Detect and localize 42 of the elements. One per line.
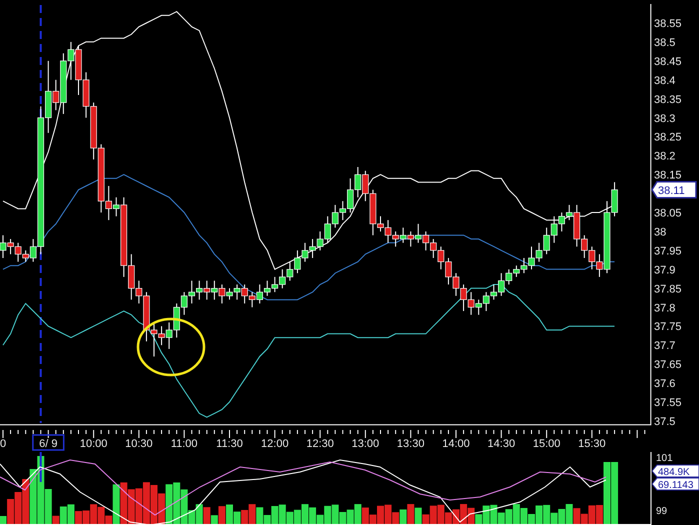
time-axis-label: 15:00 <box>532 438 560 450</box>
price-axis-label: 37.95 <box>654 245 682 258</box>
price-axis-label: 38.35 <box>654 94 682 106</box>
price-axis-label: 37.6 <box>654 378 676 390</box>
price-axis-label: 38.55 <box>654 18 682 30</box>
time-axis-label: 12:30 <box>306 438 334 450</box>
time-axis-label: 15:30 <box>578 438 606 450</box>
time-axis-label: 10:30 <box>125 438 153 450</box>
time-axis-label: 13:00 <box>352 438 380 450</box>
price-axis-label: 38.25 <box>654 132 682 144</box>
price-axis-label: 38.45 <box>654 56 682 68</box>
volume-axis-label: 99 <box>656 506 668 517</box>
time-axis-label: 13:30 <box>396 438 424 450</box>
price-axis-label: 37.55 <box>654 397 682 409</box>
price-axis-label: 38.3 <box>654 112 676 125</box>
price-axis-label: 37.65 <box>654 359 682 372</box>
price-axis-label: 37.8 <box>654 302 676 314</box>
time-axis-label: 14:00 <box>442 438 470 450</box>
price-axis-label: 38.5 <box>654 36 676 49</box>
price-axis-label: 37.5 <box>654 416 676 428</box>
session-divider-line <box>40 452 42 482</box>
last-price-tag: 38.11 <box>651 181 697 198</box>
time-axis-label: 12:00 <box>261 438 289 450</box>
price-axis-label: 38 <box>654 226 666 238</box>
price-axis-label: 37.85 <box>654 283 682 296</box>
price-axis-label: 37.75 <box>654 321 682 334</box>
time-axis-label: 11:00 <box>170 438 198 450</box>
date-label: 6/ 9 <box>32 434 64 451</box>
time-axis-label: 11:30 <box>216 438 243 450</box>
indicator-value-tag: 484.9K <box>652 464 699 478</box>
volume-axis-label: 101 <box>656 453 673 464</box>
highlight-circle <box>136 318 206 376</box>
price-axis-label: 37.9 <box>654 264 676 276</box>
price-axis-label: 37.7 <box>654 340 676 352</box>
price-axis-label: 38.05 <box>654 208 682 220</box>
time-axis-label: 10:00 <box>80 438 108 450</box>
time-axis-label: 0 <box>0 438 6 450</box>
indicator-value-tag: 69.1143 <box>652 478 699 491</box>
price-axis-label: 38.4 <box>654 74 676 87</box>
price-axis-label: 38.15 <box>654 170 682 182</box>
time-axis-label: 14:30 <box>488 438 516 450</box>
price-axis-label: 38.2 <box>654 150 676 163</box>
